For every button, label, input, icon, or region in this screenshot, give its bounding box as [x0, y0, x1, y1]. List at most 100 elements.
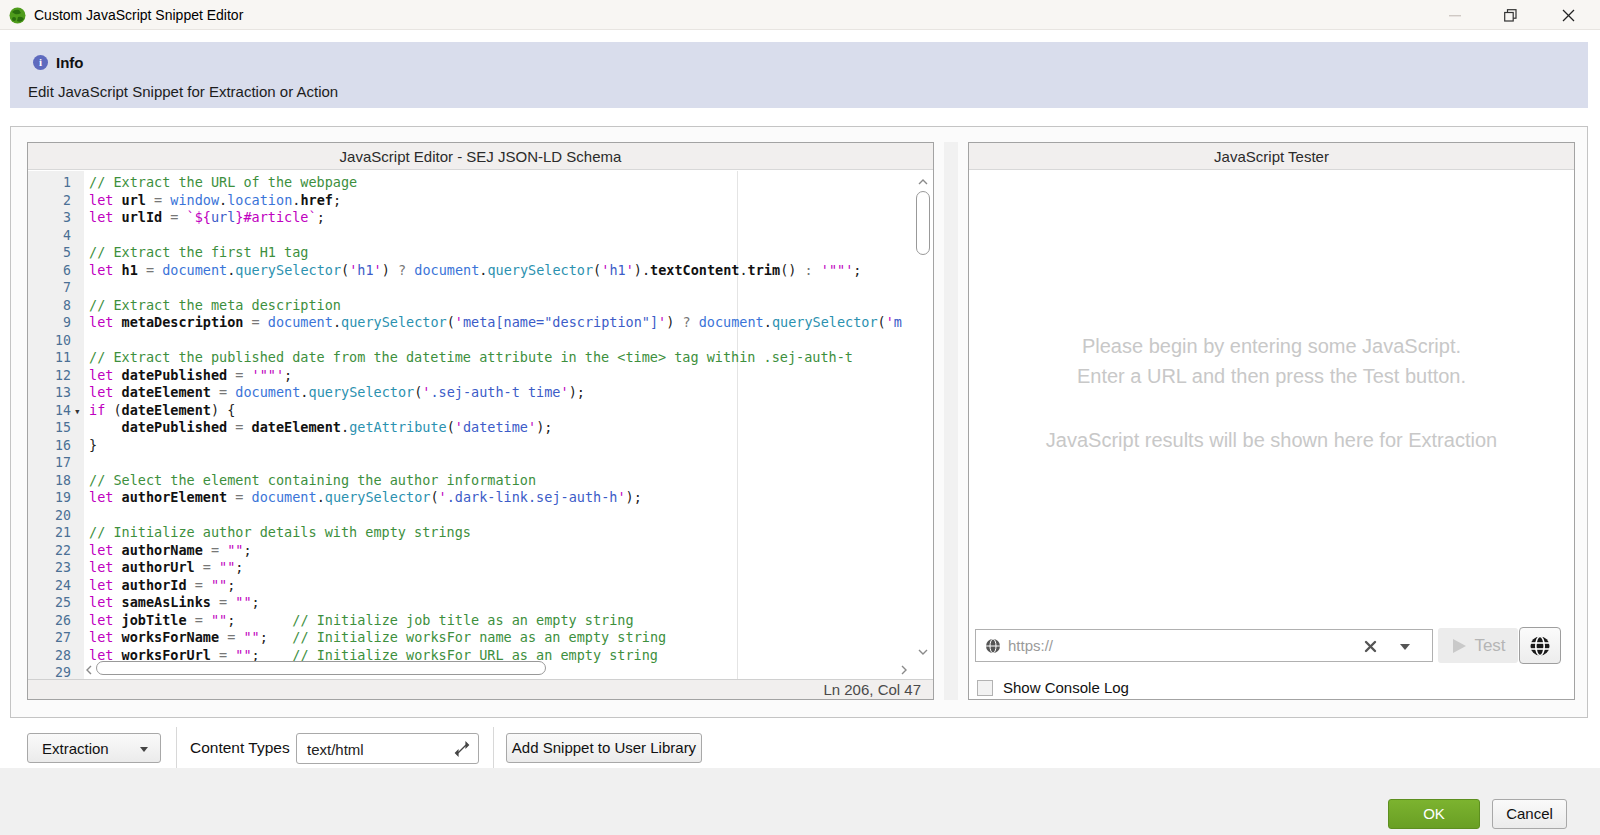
restore-button[interactable]: [1493, 0, 1527, 30]
line-number: 7: [28, 279, 71, 297]
url-input[interactable]: https://: [975, 629, 1433, 662]
code-line: 24let authorId = "";: [28, 577, 913, 595]
code-line: 12let datePublished = '""';: [28, 367, 913, 385]
line-number: 3: [28, 209, 71, 227]
browser-button[interactable]: [1519, 627, 1561, 664]
code-line: 10: [28, 332, 913, 350]
window-title: Custom JavaScript Snippet Editor: [34, 7, 243, 23]
code-line: 27let worksForName = ""; // Initialize w…: [28, 629, 913, 647]
web-globe-icon: [1529, 635, 1551, 657]
javascript-editor-panel: JavaScript Editor - SEJ JSON-LD Schema 1…: [27, 142, 934, 700]
app-icon: [9, 7, 26, 24]
code-line: 11// Extract the published date from the…: [28, 349, 913, 367]
show-console-row: Show Console Log: [977, 679, 1129, 696]
line-number: 17: [28, 454, 71, 472]
url-dropdown-caret[interactable]: [1400, 644, 1410, 650]
code-line: 8// Extract the meta description: [28, 297, 913, 315]
fold-marker-icon[interactable]: ▾: [74, 403, 81, 420]
vertical-scrollbar[interactable]: [915, 173, 932, 659]
test-button[interactable]: Test: [1438, 628, 1518, 663]
tester-placeholder-results: JavaScript results will be shown here fo…: [969, 429, 1574, 452]
line-number: 12: [28, 367, 71, 385]
code-line: 1// Extract the URL of the webpage: [28, 174, 913, 192]
vertical-scrollbar-thumb[interactable]: [916, 191, 930, 255]
line-number: 23: [28, 559, 71, 577]
line-number: 18: [28, 472, 71, 490]
code-line: 23let authorUrl = "";: [28, 559, 913, 577]
code-line: 21// Initialize author details with empt…: [28, 524, 913, 542]
line-number: 20: [28, 507, 71, 525]
code-line: 2let url = window.location.href;: [28, 192, 913, 210]
line-number: 19: [28, 489, 71, 507]
line-number: 24: [28, 577, 71, 595]
line-number: 21: [28, 524, 71, 542]
horizontal-scrollbar-thumb[interactable]: [96, 661, 546, 675]
toolbar-separator-1: [176, 727, 177, 768]
url-placeholder: https://: [1008, 637, 1053, 654]
code-line: 18// Select the element containing the a…: [28, 472, 913, 490]
line-number: 2: [28, 192, 71, 210]
code-line: 25let sameAsLinks = "";: [28, 594, 913, 612]
code-line: 13let dateElement = document.querySelect…: [28, 384, 913, 402]
globe-icon: [985, 638, 1001, 654]
line-number: 10: [28, 332, 71, 350]
code-line: 15 datePublished = dateElement.getAttrib…: [28, 419, 913, 437]
info-icon: i: [33, 55, 48, 70]
code-line: 3let urlId = `${url}#article`;: [28, 209, 913, 227]
clear-url-icon[interactable]: [1364, 640, 1377, 653]
content-types-label: Content Types: [190, 739, 290, 757]
line-number: 1: [28, 174, 71, 192]
editor-header: JavaScript Editor - SEJ JSON-LD Schema: [28, 143, 933, 170]
code-line: 17: [28, 454, 913, 472]
panel-splitter[interactable]: [944, 142, 958, 700]
code-line: 19let authorElement = document.querySele…: [28, 489, 913, 507]
toolbar-separator-2: [493, 727, 494, 768]
show-console-checkbox[interactable]: [977, 680, 993, 696]
cancel-button[interactable]: Cancel: [1492, 799, 1567, 829]
close-button[interactable]: [1551, 0, 1585, 30]
line-number: 8: [28, 297, 71, 315]
cursor-position: Ln 206, Col 47: [823, 681, 921, 698]
info-banner: i Info Edit JavaScript Snippet for Extra…: [10, 42, 1588, 108]
expand-icon[interactable]: [454, 741, 470, 757]
code-line: 26let jobTitle = ""; // Initialize job t…: [28, 612, 913, 630]
line-number: 6: [28, 262, 71, 280]
code-line: 5// Extract the first H1 tag: [28, 244, 913, 262]
ok-button[interactable]: OK: [1388, 799, 1480, 829]
add-snippet-button[interactable]: Add Snippet to User Library: [506, 733, 702, 763]
code-line: 22let authorName = "";: [28, 542, 913, 560]
tester-results-area: Please begin by entering some JavaScript…: [969, 171, 1574, 699]
content-types-input[interactable]: text/html: [296, 733, 479, 764]
code-line: 6let h1 = document.querySelector('h1') ?…: [28, 262, 913, 280]
line-number: 4: [28, 227, 71, 245]
code-line: 7: [28, 279, 913, 297]
line-number: 14: [28, 402, 71, 420]
show-console-label: Show Console Log: [1003, 679, 1129, 696]
line-number: 16: [28, 437, 71, 455]
code-line: 9let metaDescription = document.querySel…: [28, 314, 913, 332]
line-number: 9: [28, 314, 71, 332]
tester-placeholder: Please begin by entering some JavaScript…: [969, 331, 1574, 391]
line-number: 29: [28, 664, 71, 679]
minimize-button[interactable]: [1438, 0, 1472, 30]
code-line: 20: [28, 507, 913, 525]
line-number: 25: [28, 594, 71, 612]
line-number: 5: [28, 244, 71, 262]
horizontal-scrollbar[interactable]: [84, 661, 909, 677]
editor-statusbar: Ln 206, Col 47: [28, 679, 933, 699]
dropdown-caret-icon: [140, 747, 148, 752]
line-number: 27: [28, 629, 71, 647]
line-number: 26: [28, 612, 71, 630]
javascript-tester-panel: JavaScript Tester Please begin by enteri…: [968, 142, 1575, 700]
titlebar: Custom JavaScript Snippet Editor: [0, 0, 1600, 30]
code-line: 4: [28, 227, 913, 245]
tester-header: JavaScript Tester: [969, 143, 1574, 170]
line-number: 28: [28, 647, 71, 665]
code-editor[interactable]: 1// Extract the URL of the webpage2let u…: [28, 171, 933, 679]
line-number: 11: [28, 349, 71, 367]
code-line: 14▾if (dateElement) {: [28, 402, 913, 420]
info-banner-title: Info: [56, 54, 84, 71]
code-line: 16}: [28, 437, 913, 455]
snippet-type-dropdown[interactable]: Extraction: [27, 733, 161, 763]
line-number: 13: [28, 384, 71, 402]
